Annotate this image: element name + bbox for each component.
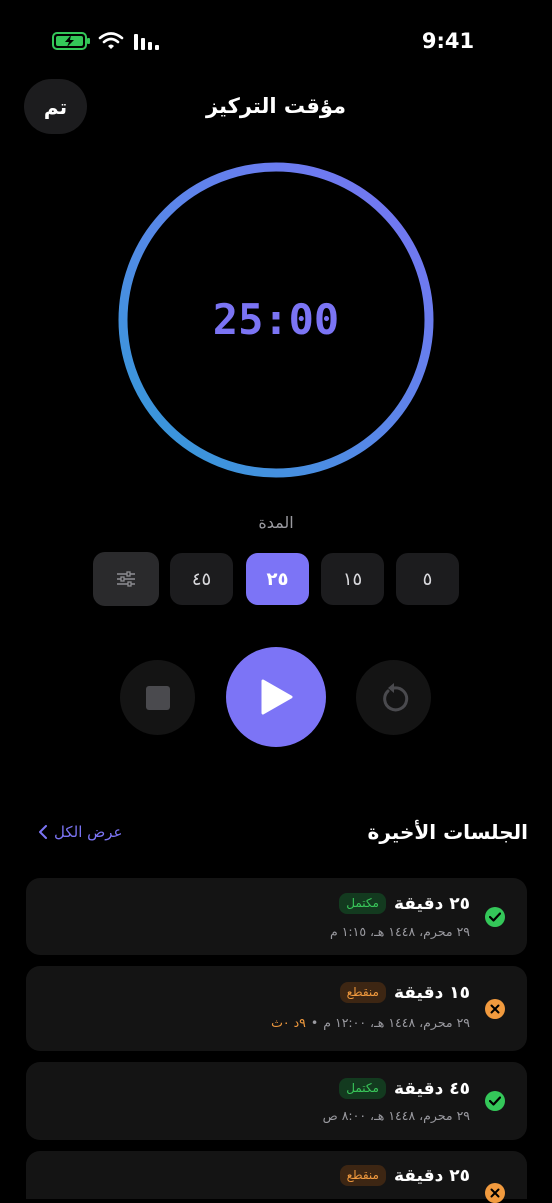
signal-icon: [134, 34, 159, 50]
status-badge: مكتمل: [339, 893, 386, 914]
status-badge: منقطع: [339, 982, 386, 1003]
session-date: ٢٩ محرم، ١٤٤٨ هـ، ١:١٥ م: [329, 924, 470, 939]
recent-sessions-title: الجلسات الأخيرة: [367, 820, 528, 844]
check-icon: [485, 1091, 505, 1111]
reset-icon: [382, 682, 408, 711]
custom-duration-button[interactable]: [93, 552, 159, 606]
separator-dot: •: [310, 1015, 319, 1030]
stop-icon: [145, 685, 170, 710]
session-date: ٢٩ محرم، ١٤٤٨ هـ، ١٢:٠٠ م: [323, 1015, 470, 1030]
battery-charging-icon: [52, 32, 90, 50]
see-all-label: عرض الكل: [54, 823, 123, 841]
session-card[interactable]: ٢٥ دقيقة منقطع: [26, 1151, 527, 1203]
session-date: ٢٩ محرم، ١٤٤٨ هـ، ٨:٠٠ ص: [322, 1108, 470, 1123]
sliders-icon: [117, 571, 135, 587]
x-icon: [485, 1183, 505, 1203]
stop-button[interactable]: [120, 660, 195, 735]
x-icon: [485, 999, 505, 1019]
play-icon: [261, 679, 293, 715]
status-badge: مكتمل: [339, 1078, 386, 1099]
status-badge: منقطع: [339, 1165, 386, 1186]
reset-button[interactable]: [356, 660, 431, 735]
session-duration: ١٥ دقيقة: [393, 982, 470, 1003]
check-icon: [485, 907, 505, 927]
duration-option-15[interactable]: ١٥: [321, 553, 384, 605]
status-time: 9:41: [421, 29, 475, 53]
session-card[interactable]: ١٥ دقيقة منقطع ٢٩ محرم، ١٤٤٨ هـ، ١٢:٠٠ م…: [26, 966, 527, 1051]
session-duration: ٢٥ دقيقة: [393, 1165, 470, 1186]
session-duration: ٢٥ دقيقة: [393, 893, 470, 914]
duration-label: المدة: [258, 513, 294, 532]
wifi-icon: [98, 32, 124, 49]
session-elapsed: ٩د ٠ث: [271, 1015, 306, 1030]
session-card[interactable]: ٤٥ دقيقة مكتمل ٢٩ محرم، ١٤٤٨ هـ، ٨:٠٠ ص: [26, 1062, 527, 1140]
page-title: مؤقت التركيز: [205, 94, 347, 118]
session-duration: ٤٥ دقيقة: [393, 1078, 470, 1099]
chevron-left-icon: [39, 825, 47, 839]
done-label: تم: [43, 94, 68, 119]
play-button[interactable]: [226, 647, 326, 747]
see-all-link[interactable]: عرض الكل: [38, 817, 158, 847]
duration-option-45[interactable]: ٤٥: [170, 553, 233, 605]
timer-display: 25:00: [212, 295, 340, 344]
session-card[interactable]: ٢٥ دقيقة مكتمل ٢٩ محرم، ١٤٤٨ هـ، ١:١٥ م: [26, 878, 527, 955]
duration-option-25[interactable]: ٢٥: [246, 553, 309, 605]
status-icons: [52, 30, 164, 52]
duration-option-5[interactable]: ٥: [396, 553, 459, 605]
done-button[interactable]: تم: [24, 79, 87, 134]
